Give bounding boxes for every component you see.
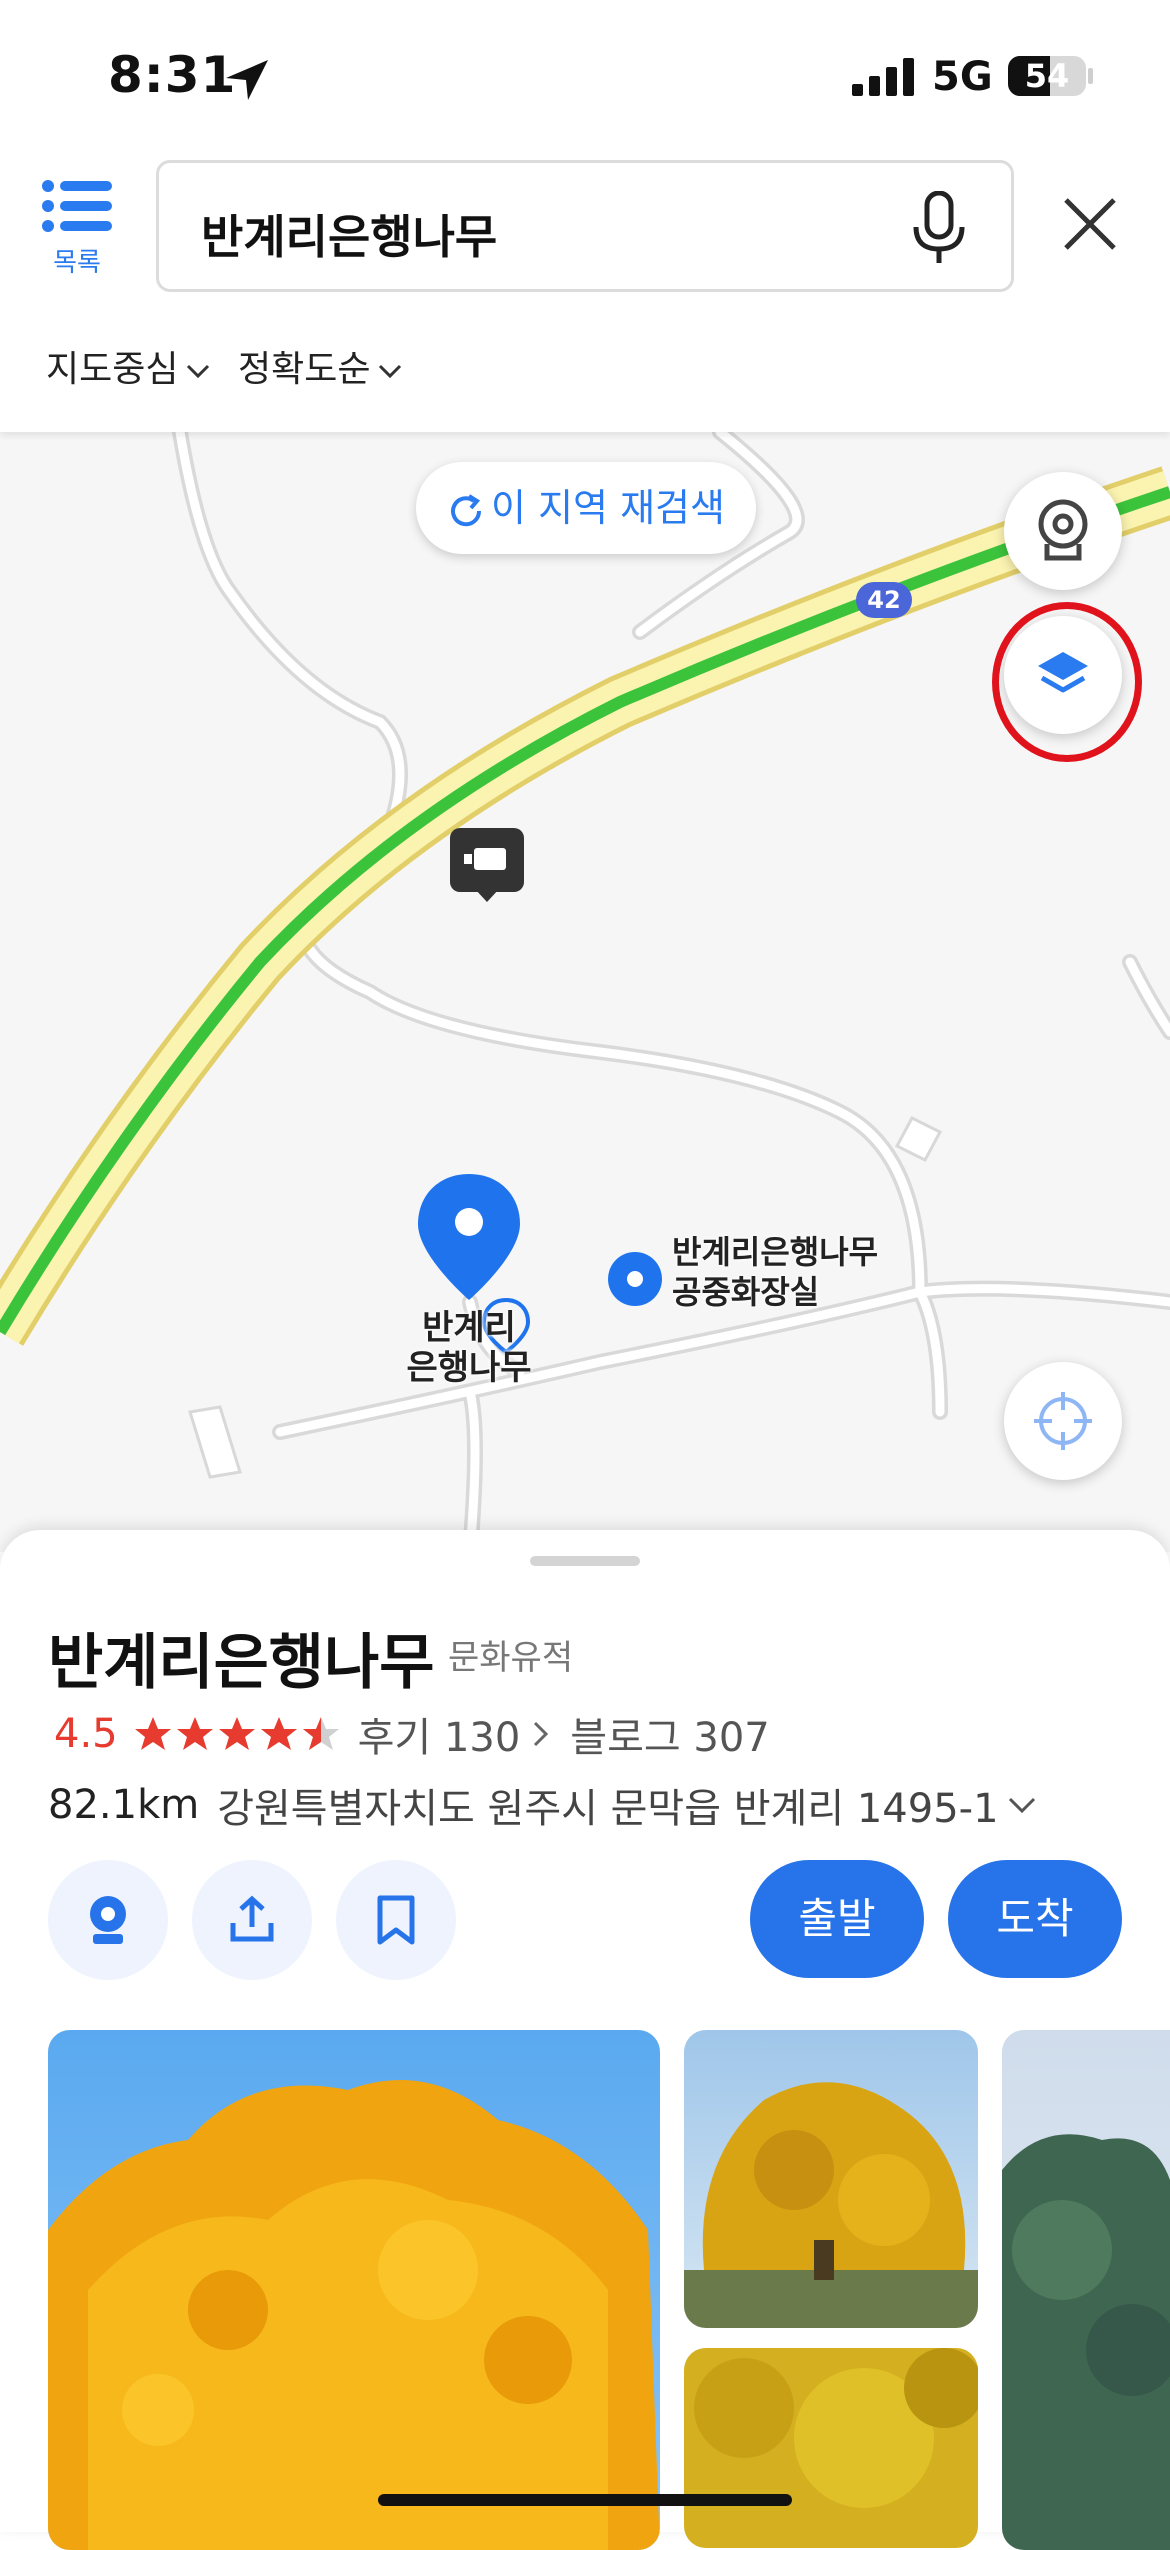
ginkgo-leaves-image <box>694 2348 978 2508</box>
place-category: 문화유적 <box>448 1638 574 1678</box>
battery-percent: 54 <box>1024 57 1070 95</box>
pin-label: 반계리 은행나무 <box>406 1308 532 1388</box>
pin-label-line2: 은행나무 <box>406 1348 532 1388</box>
place-bottom-sheet[interactable]: 반계리은행나무 문화유적 4.5 후기 130 블로그 307 82.1km 강… <box>0 1530 1170 2550</box>
start-route-button[interactable]: 출발 <box>750 1860 924 1978</box>
chevron-down-icon <box>1008 1797 1035 1814</box>
place-photo-4[interactable] <box>1002 2030 1170 2550</box>
filter-sort-accuracy[interactable]: 정확도순 <box>238 340 402 392</box>
list-icon <box>42 180 112 232</box>
battery-tip <box>1088 68 1093 84</box>
status-time: 8:31 <box>108 46 237 104</box>
poi-label[interactable]: 반계리은행나무 공중화장실 <box>672 1232 878 1312</box>
map-roads <box>0 432 1170 1552</box>
blog-link[interactable]: 블로그 307 <box>570 1705 769 1763</box>
sheet-drag-handle[interactable] <box>530 1556 640 1566</box>
microphone-icon[interactable] <box>911 191 967 267</box>
star-full-icon <box>134 1717 171 1750</box>
camera-icon <box>464 848 506 870</box>
highlight-circle <box>992 602 1142 762</box>
arrive-route-button[interactable]: 도착 <box>948 1860 1122 1978</box>
star-full-icon <box>260 1717 297 1750</box>
filter-map-center[interactable]: 지도중심 <box>46 340 210 392</box>
search-query: 반계리은행나무 <box>201 210 498 264</box>
research-area-button[interactable]: 이 지역 재검색 <box>416 462 756 554</box>
crosshair-icon <box>1034 1392 1092 1450</box>
close-icon[interactable] <box>1060 194 1120 254</box>
address: 강원특별자치도 원주시 문막읍 반계리 1495-1 <box>217 1786 999 1832</box>
star-full-icon <box>176 1717 213 1750</box>
bookmark-icon <box>377 1895 415 1945</box>
search-input[interactable]: 반계리은행나무 <box>156 160 1014 292</box>
cellular-signal-icon <box>852 58 914 96</box>
status-bar: 8:31 5G 54 <box>0 0 1170 150</box>
place-photo-main[interactable] <box>48 2030 660 2550</box>
route-badge: 42 <box>856 582 912 618</box>
street-view-action-button[interactable] <box>48 1860 168 1980</box>
ginkgo-tree-image <box>48 2080 660 2550</box>
pin-label-line1: 반계리 <box>422 1308 516 1348</box>
refresh-icon <box>451 493 482 526</box>
chevron-down-icon <box>187 364 210 379</box>
street-view-icon <box>1038 499 1088 561</box>
street-view-button[interactable] <box>1004 472 1122 590</box>
poi-label-line2: 공중화장실 <box>672 1273 820 1311</box>
poi-label-line1: 반계리은행나무 <box>672 1233 879 1271</box>
share-button[interactable] <box>192 1860 312 1980</box>
distance: 82.1km <box>48 1782 200 1828</box>
cctv-marker[interactable] <box>450 828 524 892</box>
address-row[interactable]: 82.1km 강원특별자치도 원주시 문막읍 반계리 1495-1 <box>48 1776 1037 1834</box>
street-view-icon <box>90 1896 126 1944</box>
marker-tail <box>474 888 500 902</box>
battery-icon: 54 <box>1008 56 1086 96</box>
list-button[interactable]: 목록 <box>40 180 114 279</box>
star-full-icon <box>218 1717 255 1750</box>
map-view[interactable]: 42 반계리 은행나무 반계리은행나무 공중화장실 이 지역 재검색 <box>0 432 1170 1552</box>
poi-marker-icon[interactable] <box>606 1250 664 1308</box>
filter-map-center-label: 지도중심 <box>46 349 179 390</box>
list-label: 목록 <box>53 248 101 278</box>
review-link[interactable]: 후기 130 <box>358 1705 521 1763</box>
research-area-label: 이 지역 재검색 <box>491 486 725 530</box>
star-half-icon <box>302 1717 339 1750</box>
filter-sort-label: 정확도순 <box>238 349 371 390</box>
chevron-right-icon <box>534 1721 549 1747</box>
bookmark-button[interactable] <box>336 1860 456 1980</box>
network-type: 5G <box>932 54 993 100</box>
green-tree-image <box>1002 2134 1170 2550</box>
share-icon <box>230 1895 274 1942</box>
home-indicator[interactable] <box>378 2494 792 2506</box>
search-header: 목록 반계리은행나무 지도중심 정확도순 <box>0 150 1170 432</box>
rating-row: 4.5 후기 130 블로그 307 <box>54 1704 770 1764</box>
location-arrow-icon <box>226 60 268 100</box>
current-location-button[interactable] <box>1004 1362 1122 1480</box>
place-name: 반계리은행나무 <box>48 1628 435 1698</box>
selected-place-pin-icon[interactable] <box>416 1172 522 1302</box>
place-photo-3[interactable] <box>684 2348 978 2548</box>
chevron-down-icon <box>379 364 402 379</box>
place-photo-2[interactable] <box>684 2030 978 2328</box>
ginkgo-tree-image <box>684 2082 978 2328</box>
rating-number: 4.5 <box>54 1711 118 1757</box>
